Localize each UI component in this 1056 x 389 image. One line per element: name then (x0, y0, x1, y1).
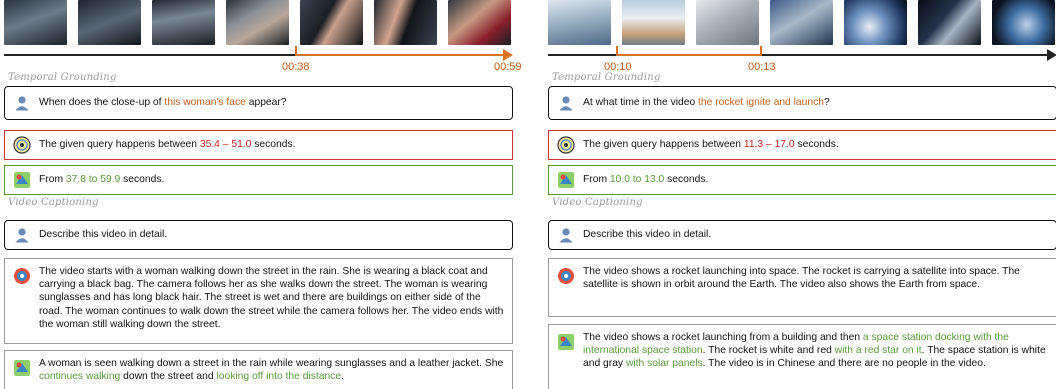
video-frame (770, 0, 833, 45)
user-question-box: Describe this video in detail. (548, 220, 1056, 250)
timeline-tick (760, 46, 762, 56)
answer-text: From 37.8 to 59.9 seconds. (39, 174, 165, 186)
timeline-arrow-icon (1047, 49, 1056, 61)
left-example: 00:38 00:59 Temporal Grounding When does… (4, 0, 522, 389)
video-frame (448, 0, 511, 45)
user-avatar-icon (557, 226, 575, 244)
user-avatar-icon (557, 94, 575, 112)
section-label-grounding: Temporal Grounding (8, 72, 117, 83)
video-frame (918, 0, 981, 45)
model-logo-icon (13, 136, 31, 154)
timeline-tick (616, 46, 618, 56)
answer-text: The video starts with a woman walking do… (39, 266, 504, 330)
video-frames-strip (4, 0, 513, 46)
model-answer-box: The video shows a rocket launching into … (548, 258, 1056, 317)
model-answer-box: The video shows a rocket launching from … (548, 324, 1056, 389)
user-avatar-icon (13, 226, 31, 244)
model-answer-box: From 10.0 to 13.0 seconds. (548, 165, 1056, 195)
timeline-end-label: 00:59 (494, 61, 522, 73)
video-frame (548, 0, 611, 45)
section-label-grounding: Temporal Grounding (552, 72, 661, 83)
answer-text: The video shows a rocket launching from … (583, 332, 1046, 370)
video-frame (844, 0, 907, 45)
video-frame (374, 0, 437, 45)
video-frame (696, 0, 759, 45)
model-logo-icon (13, 171, 31, 189)
user-question-box: Describe this video in detail. (4, 220, 513, 250)
model-logo-icon (557, 171, 575, 189)
user-avatar-icon (13, 94, 31, 112)
model-answer-box: From 37.8 to 59.9 seconds. (4, 165, 513, 195)
section-label-captioning: Video Captioning (8, 197, 99, 208)
answer-text: The video shows a rocket launching into … (583, 266, 1020, 291)
model-logo-icon (557, 267, 575, 285)
video-frame (78, 0, 141, 45)
video-frames-strip (548, 0, 1056, 46)
answer-text: From 10.0 to 13.0 seconds. (583, 174, 709, 186)
model-logo-icon (13, 267, 31, 285)
answer-text: The given query happens between 35.4 – 5… (39, 139, 296, 151)
model-logo-icon (13, 359, 31, 377)
model-answer-box: A woman is seen walking down a street in… (4, 350, 513, 389)
timeline-highlight (616, 54, 761, 56)
user-question-box: When does the close-up of this woman's f… (4, 86, 513, 120)
video-frame (300, 0, 363, 45)
model-answer-box: The video starts with a woman walking do… (4, 258, 513, 344)
video-frame (4, 0, 67, 45)
section-label-captioning: Video Captioning (552, 197, 643, 208)
video-frame (622, 0, 685, 45)
model-answer-box: The given query happens between 11.3 – 1… (548, 130, 1056, 160)
model-logo-icon (557, 136, 575, 154)
timeline-start-label: 00:38 (282, 61, 310, 73)
question-text: Describe this video in detail. (583, 229, 712, 241)
timeline-highlight (295, 54, 503, 56)
timeline-tick (295, 46, 297, 56)
timeline-axis (4, 54, 296, 56)
answer-text: A woman is seen walking down a street in… (39, 358, 504, 383)
video-frame (152, 0, 215, 45)
answer-text: The given query happens between 11.3 – 1… (583, 139, 839, 151)
model-logo-icon (557, 333, 575, 351)
timeline-arrow-icon (503, 49, 513, 61)
timeline-end-label: 00:13 (748, 61, 776, 73)
question-text: At what time in the video the rocket ign… (583, 97, 830, 109)
question-text: When does the close-up of this woman's f… (39, 97, 287, 109)
model-answer-box: The given query happens between 35.4 – 5… (4, 130, 513, 160)
question-text: Describe this video in detail. (39, 229, 168, 241)
video-frame (992, 0, 1055, 45)
video-frame (226, 0, 289, 45)
user-question-box: At what time in the video the rocket ign… (548, 86, 1056, 120)
right-example: 00:10 00:13 Temporal Grounding At what t… (548, 0, 1056, 389)
